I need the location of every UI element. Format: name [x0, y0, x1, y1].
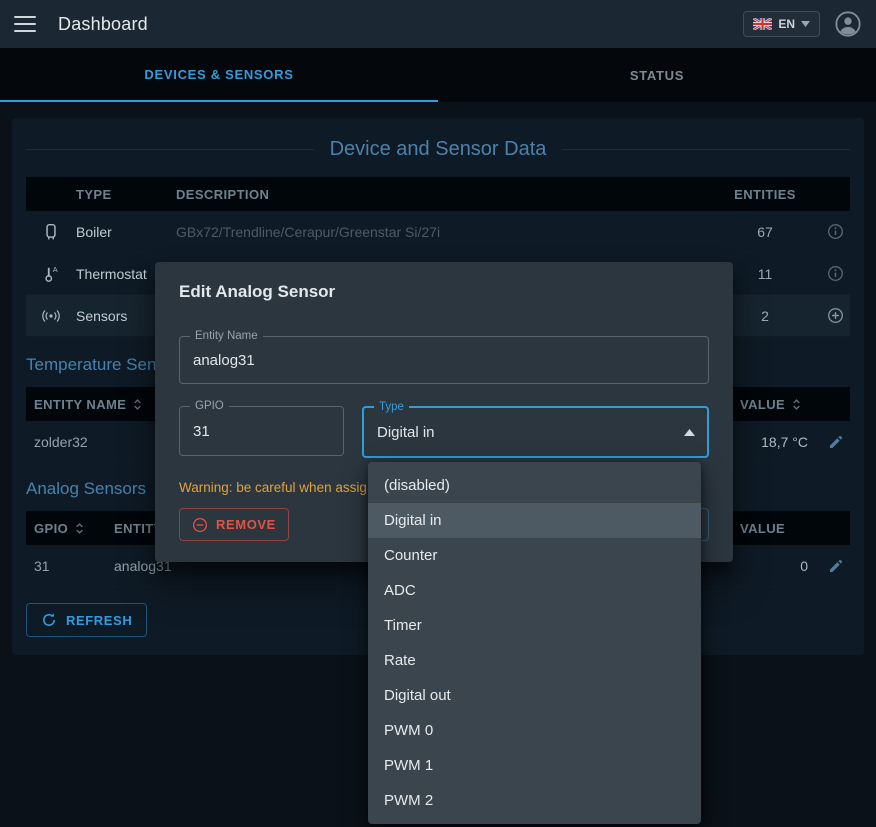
remove-circle-icon: [192, 517, 208, 533]
language-label: EN: [778, 17, 795, 31]
col-type: TYPE: [76, 187, 176, 202]
remove-button[interactable]: REMOVE: [179, 508, 289, 541]
col-value: VALUE: [740, 397, 785, 412]
menu-item-pwm-2[interactable]: PWM 2: [368, 783, 701, 818]
app-bar: Dashboard EN: [0, 0, 876, 48]
menu-icon[interactable]: [14, 16, 36, 32]
col-description: DESCRIPTION: [176, 187, 720, 202]
refresh-button[interactable]: REFRESH: [26, 603, 147, 637]
dialog-title: Edit Analog Sensor: [155, 262, 733, 302]
remove-label: REMOVE: [216, 517, 276, 532]
page-title: Dashboard: [58, 14, 148, 35]
device-description: GBx72/Trendline/Cerapur/Greenstar Si/27i: [176, 224, 720, 240]
col-entity-name: ENTITY NAME: [34, 397, 126, 412]
type-dropdown-menu: (disabled) Digital in Counter ADC Timer …: [368, 462, 701, 824]
tab-devices-sensors[interactable]: DEVICES & SENSORS: [0, 48, 438, 102]
uk-flag-icon: [753, 18, 772, 30]
chevron-up-icon: [684, 429, 695, 436]
tab-bar: DEVICES & SENSORS STATUS: [0, 48, 876, 103]
info-icon[interactable]: [810, 223, 850, 240]
svg-text:A: A: [53, 265, 58, 274]
sort-icon[interactable]: [72, 521, 87, 536]
sort-icon[interactable]: [789, 397, 804, 412]
gpio-input[interactable]: [180, 407, 343, 455]
device-table-header: TYPE DESCRIPTION ENTITIES: [26, 177, 850, 211]
col-entities: ENTITIES: [720, 187, 810, 202]
edit-icon[interactable]: [810, 434, 850, 450]
type-label: Type: [374, 401, 409, 414]
add-sensor-icon[interactable]: [810, 307, 850, 324]
type-select[interactable]: Type Digital in: [362, 406, 709, 458]
edit-icon[interactable]: [810, 558, 850, 574]
entity-name-label: Entity Name: [190, 330, 263, 343]
menu-item-pwm-1[interactable]: PWM 1: [368, 748, 701, 783]
col-gpio: GPIO: [34, 521, 68, 536]
menu-item-pwm-0[interactable]: PWM 0: [368, 713, 701, 748]
sensors-icon: [26, 308, 76, 324]
menu-item-disabled[interactable]: (disabled): [368, 468, 701, 503]
gpio-label: GPIO: [190, 400, 229, 413]
account-icon[interactable]: [834, 10, 862, 38]
panel-heading: Device and Sensor Data: [26, 118, 850, 161]
table-row-boiler[interactable]: Boiler GBx72/Trendline/Cerapur/Greenstar…: [26, 211, 850, 253]
type-selected-value: Digital in: [377, 424, 435, 441]
menu-item-digital-in[interactable]: Digital in: [368, 503, 701, 538]
tab-status[interactable]: STATUS: [438, 48, 876, 102]
col-value: VALUE: [740, 521, 785, 536]
info-icon[interactable]: [810, 265, 850, 282]
menu-item-rate[interactable]: Rate: [368, 643, 701, 678]
device-entities: 11: [720, 266, 810, 282]
refresh-label: REFRESH: [66, 613, 132, 628]
boiler-icon: [26, 223, 76, 241]
device-entities: 2: [720, 308, 810, 324]
menu-item-digital-out[interactable]: Digital out: [368, 678, 701, 713]
menu-item-timer[interactable]: Timer: [368, 608, 701, 643]
device-entities: 67: [720, 224, 810, 240]
language-button[interactable]: EN: [743, 11, 820, 37]
sensor-gpio: 31: [26, 558, 114, 574]
device-type: Boiler: [76, 224, 176, 240]
refresh-icon: [41, 612, 57, 628]
entity-name-field: Entity Name: [179, 336, 709, 384]
thermostat-icon: A: [26, 265, 76, 283]
entity-name-input[interactable]: [180, 337, 708, 383]
menu-item-counter[interactable]: Counter: [368, 538, 701, 573]
gpio-field: GPIO: [179, 406, 344, 456]
menu-item-adc[interactable]: ADC: [368, 573, 701, 608]
sort-icon[interactable]: [130, 397, 145, 412]
chevron-down-icon: [801, 21, 810, 27]
